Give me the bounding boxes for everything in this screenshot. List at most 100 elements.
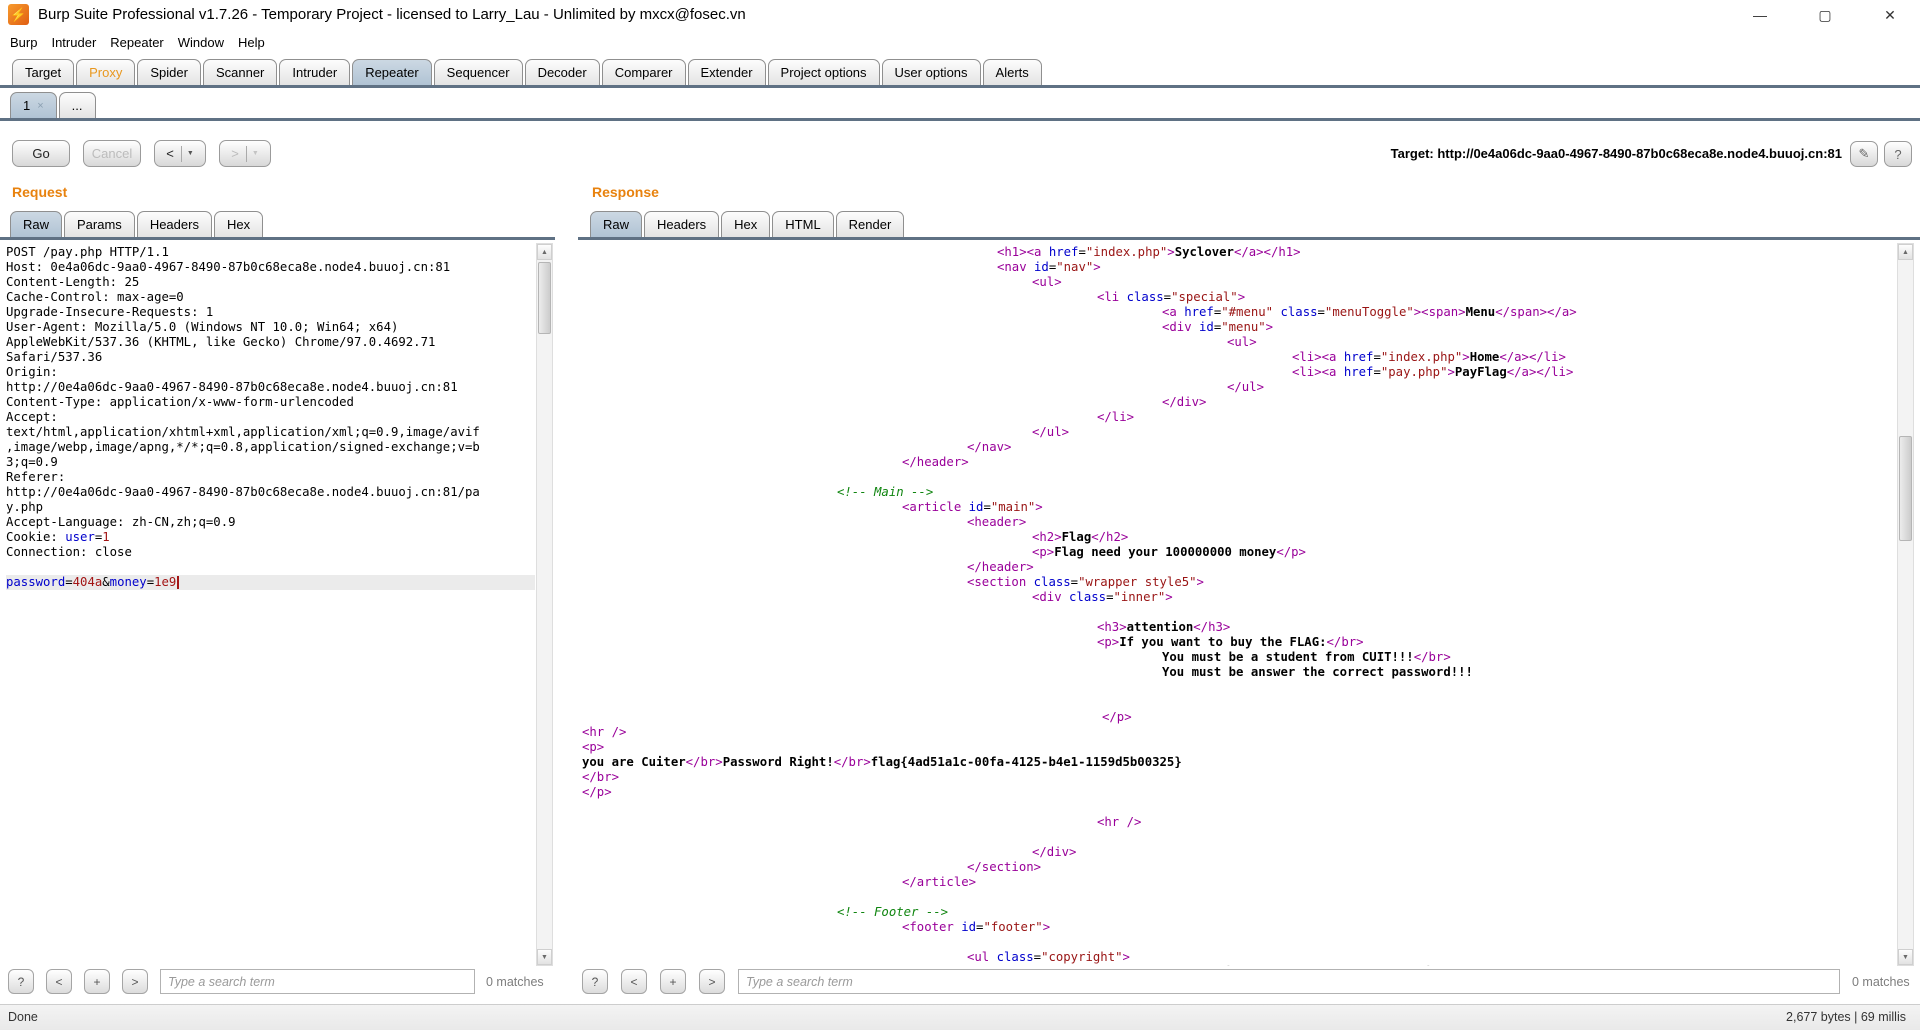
response-tab-raw[interactable]: Raw: [590, 211, 642, 237]
tab-user-options[interactable]: User options: [882, 59, 981, 85]
tab-decoder[interactable]: Decoder: [525, 59, 600, 85]
request-search-help-button[interactable]: ?: [8, 969, 34, 994]
code-line: Host: 0e4a06dc-9aa0-4967-8490-87b0c68eca…: [6, 260, 535, 275]
menu-item-burp[interactable]: Burp: [10, 35, 37, 50]
code-line: <!-- Footer -->: [582, 905, 1894, 920]
tab-comparer[interactable]: Comparer: [602, 59, 686, 85]
session-tab-label: 1: [23, 98, 30, 113]
code-segment: =: [1318, 305, 1325, 319]
request-tab-bar: RawParamsHeadersHex: [0, 210, 555, 240]
close-tab-icon[interactable]: ×: [37, 100, 43, 112]
code-segment: href: [1344, 350, 1374, 364]
tab-sequencer[interactable]: Sequencer: [434, 59, 523, 85]
tab-proxy[interactable]: Proxy: [76, 59, 135, 85]
code-segment: id: [969, 500, 984, 514]
code-segment: You must be answer the correct password!…: [1162, 665, 1473, 679]
burp-app-icon: ⚡: [8, 4, 29, 25]
history-back-button[interactable]: < ▼: [154, 140, 206, 167]
code-segment: You must be a student from CUIT!!!: [1162, 650, 1414, 664]
edit-target-button[interactable]: ✎: [1850, 141, 1878, 167]
repeater-session-tab-...[interactable]: ...: [59, 92, 96, 118]
code-segment: </article>: [902, 875, 976, 889]
menu-item-help[interactable]: Help: [238, 35, 265, 50]
tab-extender[interactable]: Extender: [688, 59, 766, 85]
cancel-button[interactable]: Cancel: [83, 140, 141, 167]
request-tab-params[interactable]: Params: [64, 211, 135, 237]
request-search-next-button[interactable]: >: [122, 969, 148, 994]
code-segment: Content-Length: 25: [6, 275, 139, 289]
code-line: AppleWebKit/537.36 (KHTML, like Gecko) C…: [6, 335, 535, 350]
tab-alerts[interactable]: Alerts: [983, 59, 1042, 85]
code-line: http://0e4a06dc-9aa0-4967-8490-87b0c68ec…: [6, 485, 535, 500]
code-segment: </header>: [967, 560, 1034, 574]
request-editor[interactable]: POST /pay.php HTTP/1.1Host: 0e4a06dc-9aa…: [2, 243, 535, 966]
response-viewer[interactable]: <h1><a href="index.php">Syclover</a></h1…: [578, 243, 1894, 966]
response-search-prev-button[interactable]: <: [621, 969, 647, 994]
chevron-down-icon: ▼: [252, 150, 259, 157]
code-segment: =: [1034, 950, 1041, 964]
code-segment: </ul>: [1227, 380, 1264, 394]
scroll-up-icon[interactable]: ▲: [537, 244, 552, 260]
code-line: </ul>: [582, 425, 1894, 440]
code-segment: PayFlag: [1455, 365, 1507, 379]
code-segment: money: [110, 575, 147, 589]
request-tab-headers[interactable]: Headers: [137, 211, 212, 237]
tab-repeater[interactable]: Repeater: [352, 59, 431, 85]
code-segment: </br>: [1327, 635, 1364, 649]
menu-item-repeater[interactable]: Repeater: [110, 35, 163, 50]
request-search-prev-button[interactable]: <: [46, 969, 72, 994]
code-segment: Cache-Control: max-age=0: [6, 290, 184, 304]
menu-item-intruder[interactable]: Intruder: [51, 35, 96, 50]
scroll-down-icon[interactable]: ▼: [1898, 949, 1913, 965]
response-search-help-button[interactable]: ?: [582, 969, 608, 994]
code-segment: </li><li>: [1336, 965, 1403, 966]
response-scrollbar[interactable]: ▲ ▼: [1897, 243, 1914, 966]
response-tab-render[interactable]: Render: [836, 211, 905, 237]
code-line: y.php: [6, 500, 535, 515]
response-search-plus-button[interactable]: +: [660, 969, 686, 994]
response-tab-hex[interactable]: Hex: [721, 211, 770, 237]
response-scrollbar-thumb[interactable]: [1899, 436, 1912, 541]
request-search-input[interactable]: [160, 969, 475, 994]
menu-bar: Burp Intruder Repeater Window Help: [0, 30, 1920, 55]
window-title: Burp Suite Professional v1.7.26 - Tempor…: [38, 6, 746, 23]
close-button[interactable]: ✕: [1865, 0, 1915, 30]
help-button[interactable]: ?: [1884, 141, 1912, 167]
code-segment: <hr />: [582, 725, 626, 739]
response-search-input[interactable]: [738, 969, 1840, 994]
minimize-button[interactable]: —: [1735, 0, 1785, 30]
response-tab-headers[interactable]: Headers: [644, 211, 719, 237]
code-segment: POST /pay.php HTTP/1.1: [6, 245, 169, 259]
response-tab-html[interactable]: HTML: [772, 211, 833, 237]
response-search-next-button[interactable]: >: [699, 969, 725, 994]
repeater-session-tab-1[interactable]: 1×: [10, 92, 57, 118]
code-segment: <div: [1032, 590, 1069, 604]
code-segment: <ul: [967, 950, 997, 964]
request-scrollbar[interactable]: ▲ ▼: [536, 243, 553, 966]
code-segment: </p>: [1102, 710, 1132, 724]
tab-intruder[interactable]: Intruder: [279, 59, 350, 85]
maximize-button[interactable]: ▢: [1800, 0, 1850, 30]
blank-line: [582, 605, 1894, 620]
tab-spider[interactable]: Spider: [137, 59, 201, 85]
tab-target[interactable]: Target: [12, 59, 74, 85]
history-forward-button[interactable]: > ▼: [219, 140, 271, 167]
request-tab-raw[interactable]: Raw: [10, 211, 62, 237]
tab-scanner[interactable]: Scanner: [203, 59, 277, 85]
response-tab-bar: RawHeadersHexHTMLRender: [578, 210, 1920, 240]
scroll-up-icon[interactable]: ▲: [1898, 244, 1913, 260]
menu-item-window[interactable]: Window: [178, 35, 224, 50]
blank-line: [582, 890, 1894, 905]
request-tab-hex[interactable]: Hex: [214, 211, 263, 237]
request-search-plus-button[interactable]: +: [84, 969, 110, 994]
code-line: Upgrade-Insecure-Requests: 1: [6, 305, 535, 320]
go-button[interactable]: Go: [12, 140, 70, 167]
tab-project-options[interactable]: Project options: [768, 59, 880, 85]
code-line: Connection: close: [6, 545, 535, 560]
scroll-down-icon[interactable]: ▼: [537, 949, 552, 965]
code-segment: flag{4ad51a1c-00fa-4125-b4e1-1159d5b0032…: [871, 755, 1182, 769]
code-segment: =: [147, 575, 154, 589]
code-line: Content-Type: application/x-www-form-url…: [6, 395, 535, 410]
request-scrollbar-thumb[interactable]: [538, 262, 551, 334]
code-segment: </li>: [1097, 410, 1134, 424]
